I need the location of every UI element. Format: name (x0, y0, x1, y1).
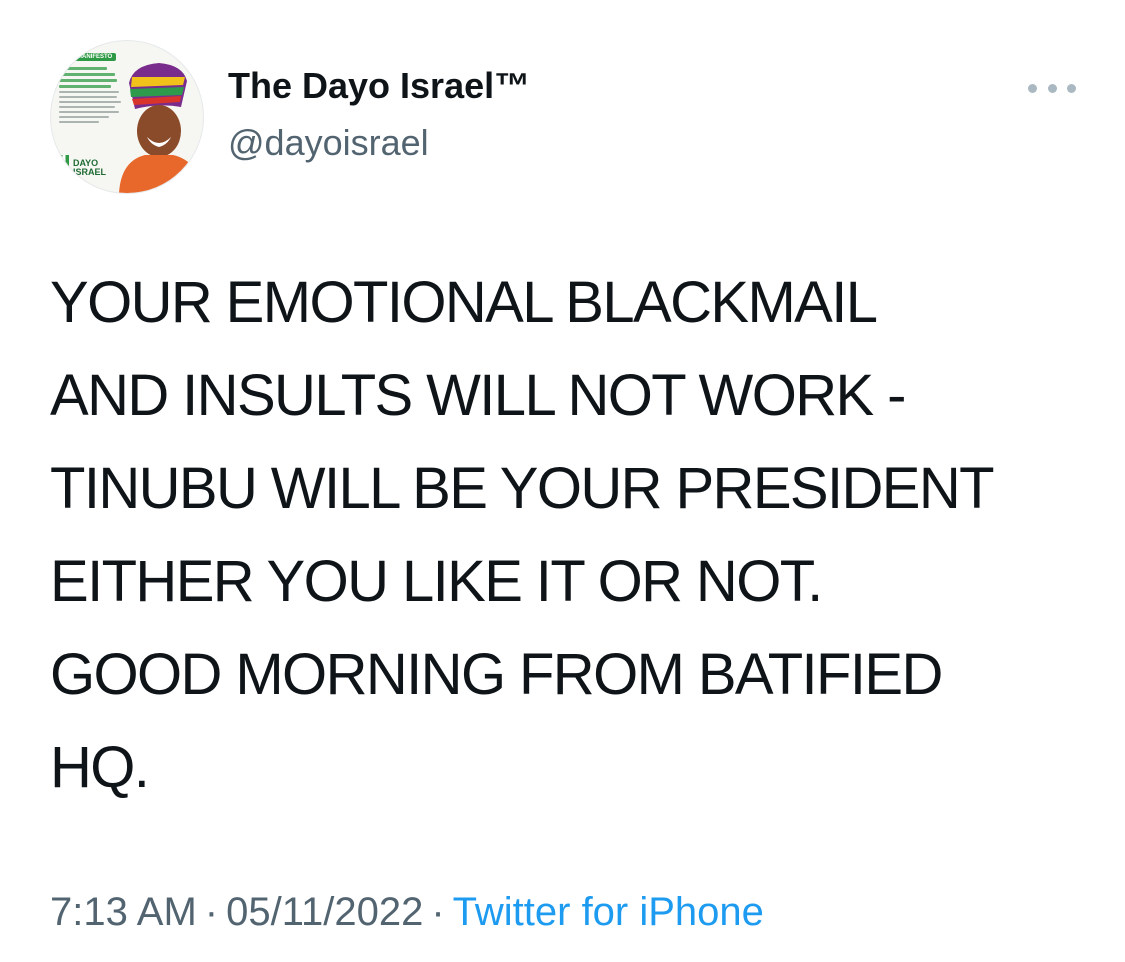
meta-separator: · (204, 890, 219, 934)
tweet-detail: MANIFESTO DAYO ISRAEL The Dayo Israel™ @… (0, 0, 1125, 962)
avatar-portrait (119, 63, 203, 193)
author-handle[interactable]: @dayoisrael (228, 121, 429, 165)
avatar-brand: DAYO ISRAEL (73, 158, 107, 177)
tweet-source-link[interactable]: Twitter for iPhone (453, 890, 764, 934)
avatar-flag (59, 155, 69, 175)
tweet-time[interactable]: 7:13 AM (50, 890, 197, 934)
tweet-metadata: 7:13 AM · 05/11/2022 · Twitter for iPhone (50, 884, 764, 940)
tweet-date[interactable]: 05/11/2022 (226, 890, 423, 934)
avatar-manifesto-text (59, 67, 121, 126)
tweet-text: YOUR EMOTIONAL BLACKMAIL AND INSULTS WIL… (50, 270, 995, 800)
author-display-name[interactable]: The Dayo Israel™ (228, 64, 530, 108)
avatar-manifesto-tag: MANIFESTO (73, 53, 117, 61)
avatar[interactable]: MANIFESTO DAYO ISRAEL (50, 40, 204, 194)
more-options-icon[interactable] (1028, 76, 1076, 100)
meta-separator: · (431, 890, 445, 934)
